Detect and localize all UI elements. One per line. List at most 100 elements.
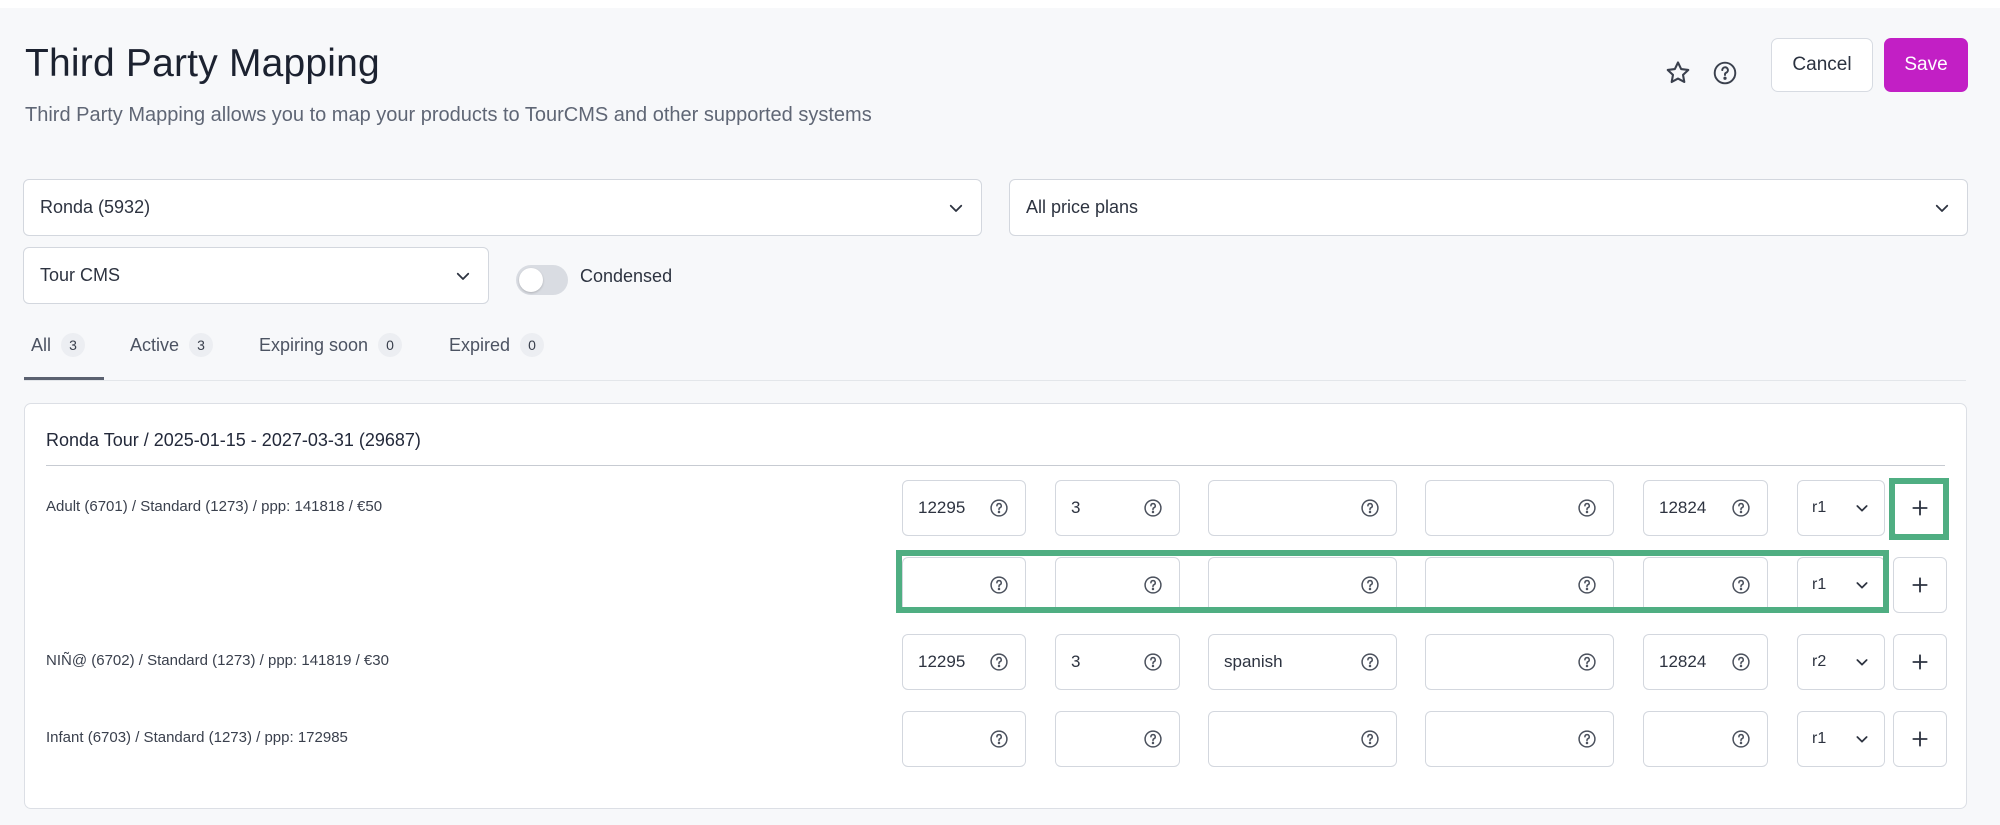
mapping-field-1[interactable] xyxy=(902,557,1026,613)
mapping-field-1[interactable] xyxy=(902,711,1026,767)
help-icon[interactable] xyxy=(1577,498,1597,518)
chevron-down-icon xyxy=(1935,204,1949,212)
rate-select-value: r1 xyxy=(1812,499,1827,516)
help-icon[interactable] xyxy=(1360,498,1380,518)
star-icon[interactable] xyxy=(1661,56,1695,90)
mapping-field-5[interactable]: 12824 xyxy=(1643,634,1768,690)
condensed-label: Condensed xyxy=(580,266,673,286)
mapping-field-5[interactable]: 12824 xyxy=(1643,480,1768,536)
tab-label: All xyxy=(31,334,52,355)
tab-label: Active xyxy=(130,334,180,355)
price-plan-select[interactable]: All price plans xyxy=(1009,179,1968,236)
cancel-button[interactable]: Cancel xyxy=(1771,38,1873,92)
mapping-field-4[interactable] xyxy=(1425,634,1614,690)
mapping-field-2[interactable]: 3 xyxy=(1055,634,1180,690)
system-select[interactable]: Tour CMS xyxy=(23,247,489,304)
mapping-field-3[interactable] xyxy=(1208,557,1397,613)
tab-label: Expiring soon xyxy=(259,334,369,355)
add-mapping-button[interactable] xyxy=(1893,557,1947,613)
help-icon[interactable] xyxy=(1143,729,1163,749)
help-icon[interactable] xyxy=(1577,575,1597,595)
mapping-field-5[interactable] xyxy=(1643,711,1768,767)
help-icon[interactable] xyxy=(1577,652,1597,672)
help-icon[interactable] xyxy=(1577,729,1597,749)
toggle-knob xyxy=(519,268,543,292)
price-plan-select-value: All price plans xyxy=(1026,197,1139,217)
field-value: spanish xyxy=(1224,652,1283,671)
mapping-field-4[interactable] xyxy=(1425,480,1614,536)
help-icon[interactable] xyxy=(1360,729,1380,749)
add-mapping-button[interactable] xyxy=(1893,634,1947,690)
field-value: 3 xyxy=(1071,652,1081,671)
chevron-down-icon xyxy=(1854,577,1870,593)
page-subtitle: Third Party Mapping allows you to map yo… xyxy=(25,104,872,126)
active-tab-indicator xyxy=(24,377,104,380)
chevron-down-icon xyxy=(456,272,470,280)
save-button[interactable]: Save xyxy=(1884,38,1968,92)
mapping-field-4[interactable] xyxy=(1425,711,1614,767)
plus-icon xyxy=(1910,729,1930,749)
help-icon[interactable] xyxy=(1143,498,1163,518)
help-icon[interactable] xyxy=(1360,652,1380,672)
tabs-divider xyxy=(24,380,1966,381)
mapping-field-2[interactable] xyxy=(1055,711,1180,767)
chevron-down-icon xyxy=(949,204,963,212)
rate-select[interactable]: r1 xyxy=(1797,711,1885,767)
row-label: Infant (6703) / Standard (1273) / ppp: 1… xyxy=(46,729,348,746)
tab-label: Expired xyxy=(449,334,511,355)
help-icon[interactable] xyxy=(989,729,1009,749)
tab-all[interactable]: All 3 xyxy=(31,330,86,360)
add-mapping-button[interactable] xyxy=(1893,480,1947,536)
system-select-value: Tour CMS xyxy=(40,265,121,285)
mapping-field-4[interactable] xyxy=(1425,557,1614,613)
row-label: NIÑ@ (6702) / Standard (1273) / ppp: 141… xyxy=(46,652,389,669)
plus-icon xyxy=(1910,498,1930,518)
help-icon[interactable] xyxy=(989,575,1009,595)
field-value: 12824 xyxy=(1659,498,1707,517)
chevron-down-icon xyxy=(1854,654,1870,670)
mapping-field-1[interactable]: 12295 xyxy=(902,480,1026,536)
tab-count: 0 xyxy=(520,333,545,357)
help-icon[interactable] xyxy=(1731,575,1751,595)
tab-active[interactable]: Active 3 xyxy=(130,330,214,360)
mapping-field-5[interactable] xyxy=(1643,557,1768,613)
rate-select-value: r1 xyxy=(1812,576,1827,593)
mapping-field-2[interactable]: 3 xyxy=(1055,480,1180,536)
field-value: 12295 xyxy=(918,652,966,671)
mapping-field-1[interactable]: 12295 xyxy=(902,634,1026,690)
chevron-down-icon xyxy=(1854,731,1870,747)
mapping-field-2[interactable] xyxy=(1055,557,1180,613)
add-mapping-button[interactable] xyxy=(1893,711,1947,767)
mapping-field-3[interactable] xyxy=(1208,711,1397,767)
help-icon[interactable] xyxy=(1708,56,1742,90)
help-icon[interactable] xyxy=(1360,575,1380,595)
field-value: 3 xyxy=(1071,498,1081,517)
tab-expiring-soon[interactable]: Expiring soon 0 xyxy=(259,330,403,360)
card-title: Ronda Tour / 2025-01-15 - 2027-03-31 (29… xyxy=(46,430,421,450)
help-icon[interactable] xyxy=(1143,652,1163,672)
field-value: 12824 xyxy=(1659,652,1707,671)
card-divider xyxy=(46,465,1945,466)
help-icon[interactable] xyxy=(1731,498,1751,518)
rate-select-value: r1 xyxy=(1812,730,1827,747)
product-select[interactable]: Ronda (5932) xyxy=(23,179,982,236)
mapping-field-3[interactable]: spanish xyxy=(1208,634,1397,690)
help-icon[interactable] xyxy=(1143,575,1163,595)
mapping-field-3[interactable] xyxy=(1208,480,1397,536)
help-icon[interactable] xyxy=(989,652,1009,672)
rate-select[interactable]: r1 xyxy=(1797,480,1885,536)
plus-icon xyxy=(1910,652,1930,672)
page-title: Third Party Mapping xyxy=(25,42,380,85)
tab-count: 0 xyxy=(378,333,403,357)
rate-select-value: r2 xyxy=(1812,653,1827,670)
condensed-toggle[interactable] xyxy=(516,265,568,295)
help-icon[interactable] xyxy=(1731,652,1751,672)
chevron-down-icon xyxy=(1854,500,1870,516)
tab-count: 3 xyxy=(189,333,214,357)
rate-select[interactable]: r1 xyxy=(1797,557,1885,613)
tab-expired[interactable]: Expired 0 xyxy=(449,330,545,360)
help-icon[interactable] xyxy=(1731,729,1751,749)
help-icon[interactable] xyxy=(989,498,1009,518)
rate-select[interactable]: r2 xyxy=(1797,634,1885,690)
row-label: Adult (6701) / Standard (1273) / ppp: 14… xyxy=(46,498,383,515)
